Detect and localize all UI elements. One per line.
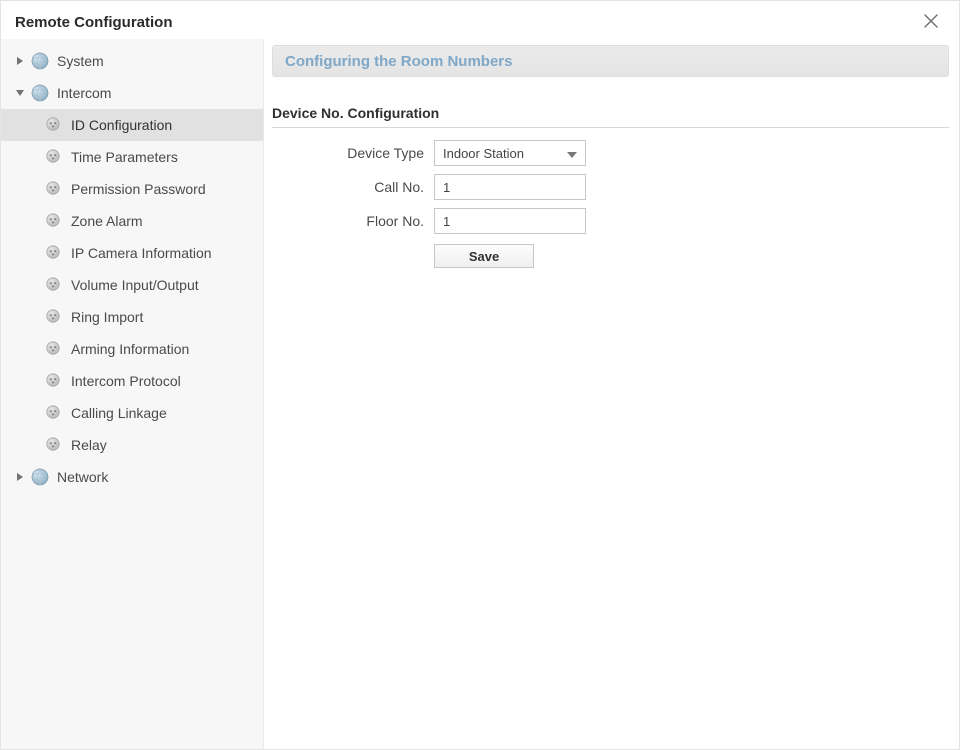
content-banner: Configuring the Room Numbers bbox=[272, 45, 949, 77]
sidebar-item-label: System bbox=[57, 53, 104, 69]
select-device-type-value: Indoor Station bbox=[443, 146, 524, 161]
config-icon bbox=[45, 404, 63, 422]
save-button[interactable]: Save bbox=[434, 244, 534, 268]
label-call-no: Call No. bbox=[272, 179, 424, 195]
sidebar-item-label: Calling Linkage bbox=[71, 405, 167, 421]
window: Remote Configuration System Intercom bbox=[0, 0, 960, 750]
config-icon bbox=[45, 436, 63, 454]
label-floor-no: Floor No. bbox=[272, 213, 424, 229]
sidebar-item-relay[interactable]: Relay bbox=[1, 429, 263, 461]
chevron-down-icon bbox=[567, 146, 577, 161]
config-icon bbox=[45, 308, 63, 326]
caret-down-icon bbox=[9, 89, 31, 97]
sidebar-item-intercom[interactable]: Intercom bbox=[1, 77, 263, 109]
sidebar-item-label: Permission Password bbox=[71, 181, 206, 197]
config-icon bbox=[45, 372, 63, 390]
section-title: Device No. Configuration bbox=[272, 105, 949, 128]
select-device-type[interactable]: Indoor Station bbox=[434, 140, 586, 166]
sidebar-item-label: Time Parameters bbox=[71, 149, 178, 165]
sidebar: System Intercom ID Configuration Time Pa… bbox=[1, 39, 264, 749]
sidebar-item-label: Ring Import bbox=[71, 309, 143, 325]
sidebar-item-label: Intercom bbox=[57, 85, 111, 101]
sidebar-item-arming-information[interactable]: Arming Information bbox=[1, 333, 263, 365]
sidebar-item-volume-input-output[interactable]: Volume Input/Output bbox=[1, 269, 263, 301]
sidebar-item-id-configuration[interactable]: ID Configuration bbox=[1, 109, 263, 141]
sidebar-item-label: ID Configuration bbox=[71, 117, 172, 133]
sidebar-item-permission-password[interactable]: Permission Password bbox=[1, 173, 263, 205]
sidebar-item-label: Zone Alarm bbox=[71, 213, 143, 229]
sidebar-item-zone-alarm[interactable]: Zone Alarm bbox=[1, 205, 263, 237]
sidebar-item-network[interactable]: Network bbox=[1, 461, 263, 493]
input-call-no[interactable] bbox=[434, 174, 586, 200]
sidebar-item-calling-linkage[interactable]: Calling Linkage bbox=[1, 397, 263, 429]
close-icon bbox=[924, 14, 938, 31]
sidebar-item-time-parameters[interactable]: Time Parameters bbox=[1, 141, 263, 173]
window-title: Remote Configuration bbox=[15, 14, 173, 31]
globe-icon bbox=[31, 468, 49, 486]
sidebar-item-system[interactable]: System bbox=[1, 45, 263, 77]
sidebar-item-ip-camera-information[interactable]: IP Camera Information bbox=[1, 237, 263, 269]
globe-icon bbox=[31, 84, 49, 102]
caret-right-icon bbox=[9, 57, 31, 65]
titlebar: Remote Configuration bbox=[1, 1, 959, 39]
config-icon bbox=[45, 276, 63, 294]
sidebar-item-label: Network bbox=[57, 469, 108, 485]
config-icon bbox=[45, 116, 63, 134]
content: Configuring the Room Numbers Device No. … bbox=[264, 39, 959, 749]
caret-right-icon bbox=[9, 473, 31, 481]
sidebar-item-label: Relay bbox=[71, 437, 107, 453]
input-floor-no[interactable] bbox=[434, 208, 586, 234]
globe-icon bbox=[31, 52, 49, 70]
config-icon bbox=[45, 340, 63, 358]
config-icon bbox=[45, 180, 63, 198]
sidebar-item-ring-import[interactable]: Ring Import bbox=[1, 301, 263, 333]
row-floor-no: Floor No. bbox=[272, 208, 949, 234]
sidebar-item-label: Volume Input/Output bbox=[71, 277, 199, 293]
row-call-no: Call No. bbox=[272, 174, 949, 200]
body: System Intercom ID Configuration Time Pa… bbox=[1, 39, 959, 749]
close-button[interactable] bbox=[917, 8, 945, 36]
sidebar-item-label: IP Camera Information bbox=[71, 245, 212, 261]
sidebar-item-label: Arming Information bbox=[71, 341, 189, 357]
row-device-type: Device Type Indoor Station bbox=[272, 140, 949, 166]
label-device-type: Device Type bbox=[272, 145, 424, 161]
config-icon bbox=[45, 148, 63, 166]
config-icon bbox=[45, 244, 63, 262]
sidebar-item-intercom-protocol[interactable]: Intercom Protocol bbox=[1, 365, 263, 397]
config-icon bbox=[45, 212, 63, 230]
sidebar-item-label: Intercom Protocol bbox=[71, 373, 181, 389]
